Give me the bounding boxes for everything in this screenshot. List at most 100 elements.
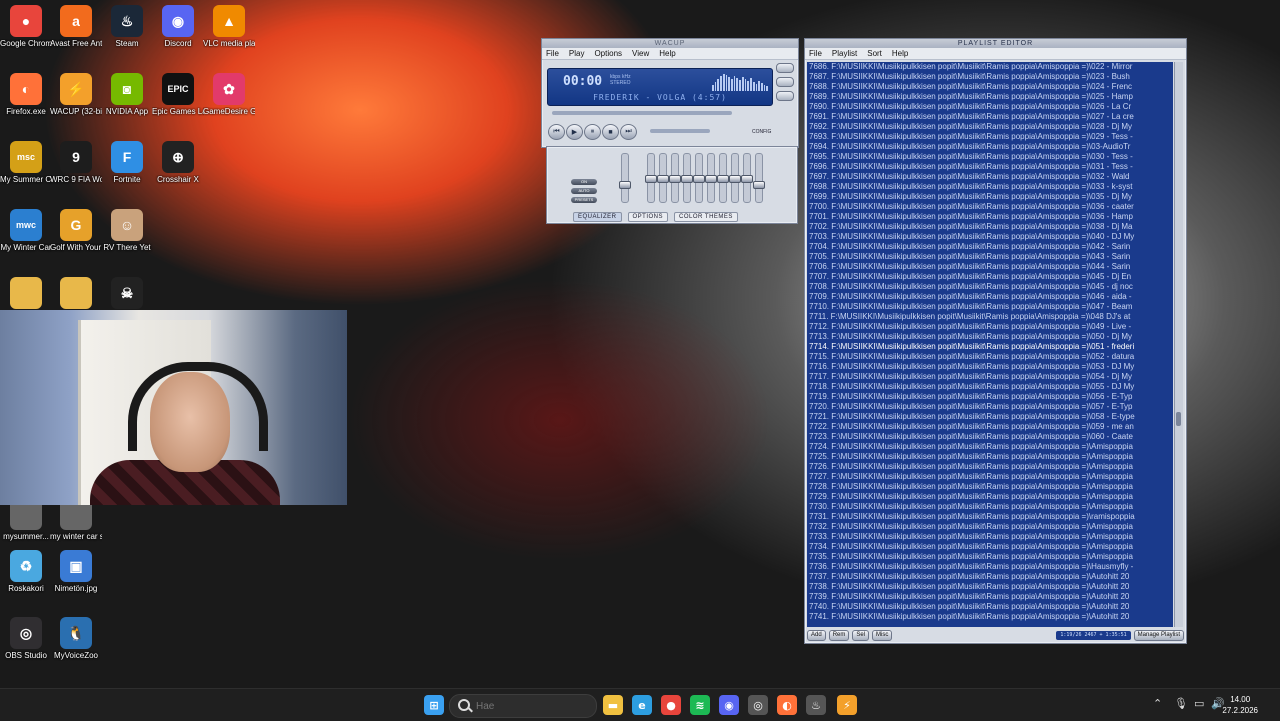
playlist-row[interactable]: 7722. F:\MUSIIKKI\Musiikipulkkisen popit…	[807, 422, 1173, 432]
wacup-menu-help[interactable]: Help	[659, 48, 675, 59]
playlist-row[interactable]: 7713. F:\MUSIIKKI\Musiikipulkkisen popit…	[807, 332, 1173, 342]
playlist-menu-playlist[interactable]: Playlist	[832, 48, 857, 59]
edge-icon[interactable]: e	[632, 695, 652, 715]
spotify-icon[interactable]: ≋	[690, 695, 710, 715]
playlist-scrollbar[interactable]	[1174, 62, 1183, 627]
side-button-1[interactable]	[776, 63, 794, 73]
playlist-sel-button[interactable]: Sel	[852, 630, 870, 641]
side-button-3[interactable]	[776, 91, 794, 101]
side-button-2[interactable]	[776, 77, 794, 87]
playlist-row[interactable]: 7733. F:\MUSIIKKI\Musiikipulkkisen popit…	[807, 532, 1173, 542]
playlist-title[interactable]: PLAYLIST EDITOR	[805, 39, 1186, 48]
eq-slider-knob[interactable]	[681, 175, 693, 183]
eq-slider-preamp[interactable]	[619, 153, 631, 203]
desktop-icon-obs-studio[interactable]: ◎ OBS Studio	[0, 617, 52, 661]
wacup-menu-file[interactable]: File	[546, 48, 559, 59]
playlist-row[interactable]: 7715. F:\MUSIIKKI\Musiikipulkkisen popit…	[807, 352, 1173, 362]
playlist-add-button[interactable]: Add	[807, 630, 826, 641]
eq-slider-6k[interactable]	[717, 153, 729, 203]
eq-tab-equalizer[interactable]: EQUALIZER	[573, 212, 622, 222]
playlist-row[interactable]: 7712. F:\MUSIIKKI\Musiikipulkkisen popit…	[807, 322, 1173, 332]
desktop-icon-nimeton-jpg[interactable]: ▣ Nimetön.jpg	[50, 550, 102, 594]
playlist-row[interactable]: 7714. F:\MUSIIKKI\Musiikipulkkisen popit…	[807, 342, 1173, 352]
playlist-row[interactable]: 7688. F:\MUSIIKKI\Musiikipulkkisen popit…	[807, 82, 1173, 92]
pause-button[interactable]: ⏸	[584, 124, 601, 140]
taskbar-clock[interactable]: 14.00 27.2.2026	[1222, 694, 1258, 716]
desktop-icon-gamedesire[interactable]: ✿ GameDesire Gameroom	[203, 73, 255, 117]
volume-slider[interactable]	[650, 129, 710, 133]
seek-bar[interactable]	[552, 111, 732, 115]
playlist-row[interactable]: 7695. F:\MUSIIKKI\Musiikipulkkisen popit…	[807, 152, 1173, 162]
playlist-row[interactable]: 7724. F:\MUSIIKKI\Musiikipulkkisen popit…	[807, 442, 1173, 452]
next-button[interactable]: ⏭	[620, 124, 637, 140]
playlist-row[interactable]: 7719. F:\MUSIIKKI\Musiikipulkkisen popit…	[807, 392, 1173, 402]
desktop-icon-my-winter-car[interactable]: mwc My Winter Car	[0, 209, 52, 253]
desktop-icon-firefox[interactable]: ◐ Firefox.exe	[0, 73, 52, 117]
spectrum-visualizer[interactable]	[712, 73, 769, 91]
playlist-row[interactable]: 7691. F:\MUSIIKKI\Musiikipulkkisen popit…	[807, 112, 1173, 122]
playlist-row[interactable]: 7704. F:\MUSIIKKI\Musiikipulkkisen popit…	[807, 242, 1173, 252]
playlist-row[interactable]: 7709. F:\MUSIIKKI\Musiikipulkkisen popit…	[807, 292, 1173, 302]
desktop-icon-chrome[interactable]: ● Google Chrome	[0, 5, 52, 49]
eq-slider-320[interactable]	[669, 153, 681, 203]
playlist-row[interactable]: 7706. F:\MUSIIKKI\Musiikipulkkisen popit…	[807, 262, 1173, 272]
playlist-row[interactable]: 7708. F:\MUSIIKKI\Musiikipulkkisen popit…	[807, 282, 1173, 292]
playlist-row[interactable]: 7736. F:\MUSIIKKI\Musiikipulkkisen popit…	[807, 562, 1173, 572]
playlist-row[interactable]: 7702. F:\MUSIIKKI\Musiikipulkkisen popit…	[807, 222, 1173, 232]
playlist-row[interactable]: 7738. F:\MUSIIKKI\Musiikipulkkisen popit…	[807, 582, 1173, 592]
eq-slider-knob[interactable]	[705, 175, 717, 183]
eq-slider-knob[interactable]	[717, 175, 729, 183]
desktop-icon-vlc[interactable]: ▲ VLC media player	[203, 5, 255, 49]
playlist-misc-button[interactable]: Misc	[872, 630, 893, 641]
playlist-row[interactable]: 7717. F:\MUSIIKKI\Musiikipulkkisen popit…	[807, 372, 1173, 382]
desktop-icon-wrc9[interactable]: 9 WRC 9 FIA World Rally...	[50, 141, 102, 185]
playlist-row[interactable]: 7694. F:\MUSIIKKI\Musiikipulkkisen popit…	[807, 142, 1173, 152]
playlist-editor-window[interactable]: PLAYLIST EDITOR File Playlist Sort Help 768…	[804, 38, 1187, 644]
eq-slider-180[interactable]	[657, 153, 669, 203]
steam-icon[interactable]: ♨	[806, 695, 826, 715]
wacup-menu-options[interactable]: Options	[594, 48, 622, 59]
playlist-row[interactable]: 7686. F:\MUSIIKKI\Musiikipulkkisen popit…	[807, 62, 1173, 72]
playlist-row[interactable]: 7720. F:\MUSIIKKI\Musiikipulkkisen popit…	[807, 402, 1173, 412]
playlist-row[interactable]: 7692. F:\MUSIIKKI\Musiikipulkkisen popit…	[807, 122, 1173, 132]
chevron-up-icon[interactable]: ⌃	[1153, 697, 1162, 710]
eq-slider-1k[interactable]	[693, 153, 705, 203]
desktop-icon-recycle-bin[interactable]: ♻ Roskakori	[0, 550, 52, 594]
eq-slider-knob[interactable]	[657, 175, 669, 183]
wacup-main-window[interactable]: WACUP File Play Options View Help 00:00 kbps…	[541, 38, 799, 148]
eq-slider-16k[interactable]	[753, 153, 765, 203]
playlist-menu-file[interactable]: File	[809, 48, 822, 59]
eq-slider-knob[interactable]	[645, 175, 657, 183]
playlist-row[interactable]: 7729. F:\MUSIIKKI\Musiikipulkkisen popit…	[807, 492, 1173, 502]
desktop-icon-golf-with-friends[interactable]: G Golf With Your Friends	[50, 209, 102, 253]
playlist-row[interactable]: 7699. F:\MUSIIKKI\Musiikipulkkisen popit…	[807, 192, 1173, 202]
equalizer-window[interactable]: ON AUTO PRESETS EQUALIZER OPTIONS COLOR TH…	[546, 146, 798, 224]
previous-button[interactable]: ⏮	[548, 124, 565, 140]
playlist-row[interactable]: 7696. F:\MUSIIKKI\Musiikipulkkisen popit…	[807, 162, 1173, 172]
playlist-row[interactable]: 7723. F:\MUSIIKKI\Musiikipulkkisen popit…	[807, 432, 1173, 442]
playlist-row[interactable]: 7705. F:\MUSIIKKI\Musiikipulkkisen popit…	[807, 252, 1173, 262]
eq-slider-knob[interactable]	[619, 181, 631, 189]
playlist-list[interactable]: 7686. F:\MUSIIKKI\Musiikipulkkisen popit…	[807, 62, 1173, 627]
playlist-row[interactable]: 7701. F:\MUSIIKKI\Musiikipulkkisen popit…	[807, 212, 1173, 222]
playlist-row[interactable]: 7690. F:\MUSIIKKI\Musiikipulkkisen popit…	[807, 102, 1173, 112]
start-icon[interactable]: ⊞	[424, 695, 444, 715]
playlist-row[interactable]: 7734. F:\MUSIIKKI\Musiikipulkkisen popit…	[807, 542, 1173, 552]
desktop-icon-epic-games[interactable]: EPIC Epic Games Launcher	[152, 73, 204, 117]
desktop-icon-crosshair-x[interactable]: ⊕ Crosshair X	[152, 141, 204, 185]
playlist-rem-button[interactable]: Rem	[828, 630, 850, 641]
playlist-row[interactable]: 7728. F:\MUSIIKKI\Musiikipulkkisen popit…	[807, 482, 1173, 492]
discord-icon[interactable]: ◉	[719, 695, 739, 715]
eq-slider-12k[interactable]	[729, 153, 741, 203]
eq-slider-knob[interactable]	[753, 181, 765, 189]
eq-slider-70[interactable]	[645, 153, 657, 203]
playlist-row[interactable]: 7725. F:\MUSIIKKI\Musiikipulkkisen popit…	[807, 452, 1173, 462]
firefox-icon[interactable]: ◐	[777, 695, 797, 715]
file-explorer-icon[interactable]: ▬	[603, 695, 623, 715]
playlist-row[interactable]: 7687. F:\MUSIIKKI\Musiikipulkkisen popit…	[807, 72, 1173, 82]
wacup-icon[interactable]: ⚡	[837, 695, 857, 715]
taskbar-search[interactable]	[449, 694, 597, 718]
eq-slider-14k[interactable]	[741, 153, 753, 203]
wacup-title[interactable]: WACUP	[542, 39, 798, 48]
song-title[interactable]: FREDERIK - VOLGA (4:57)	[548, 93, 772, 102]
